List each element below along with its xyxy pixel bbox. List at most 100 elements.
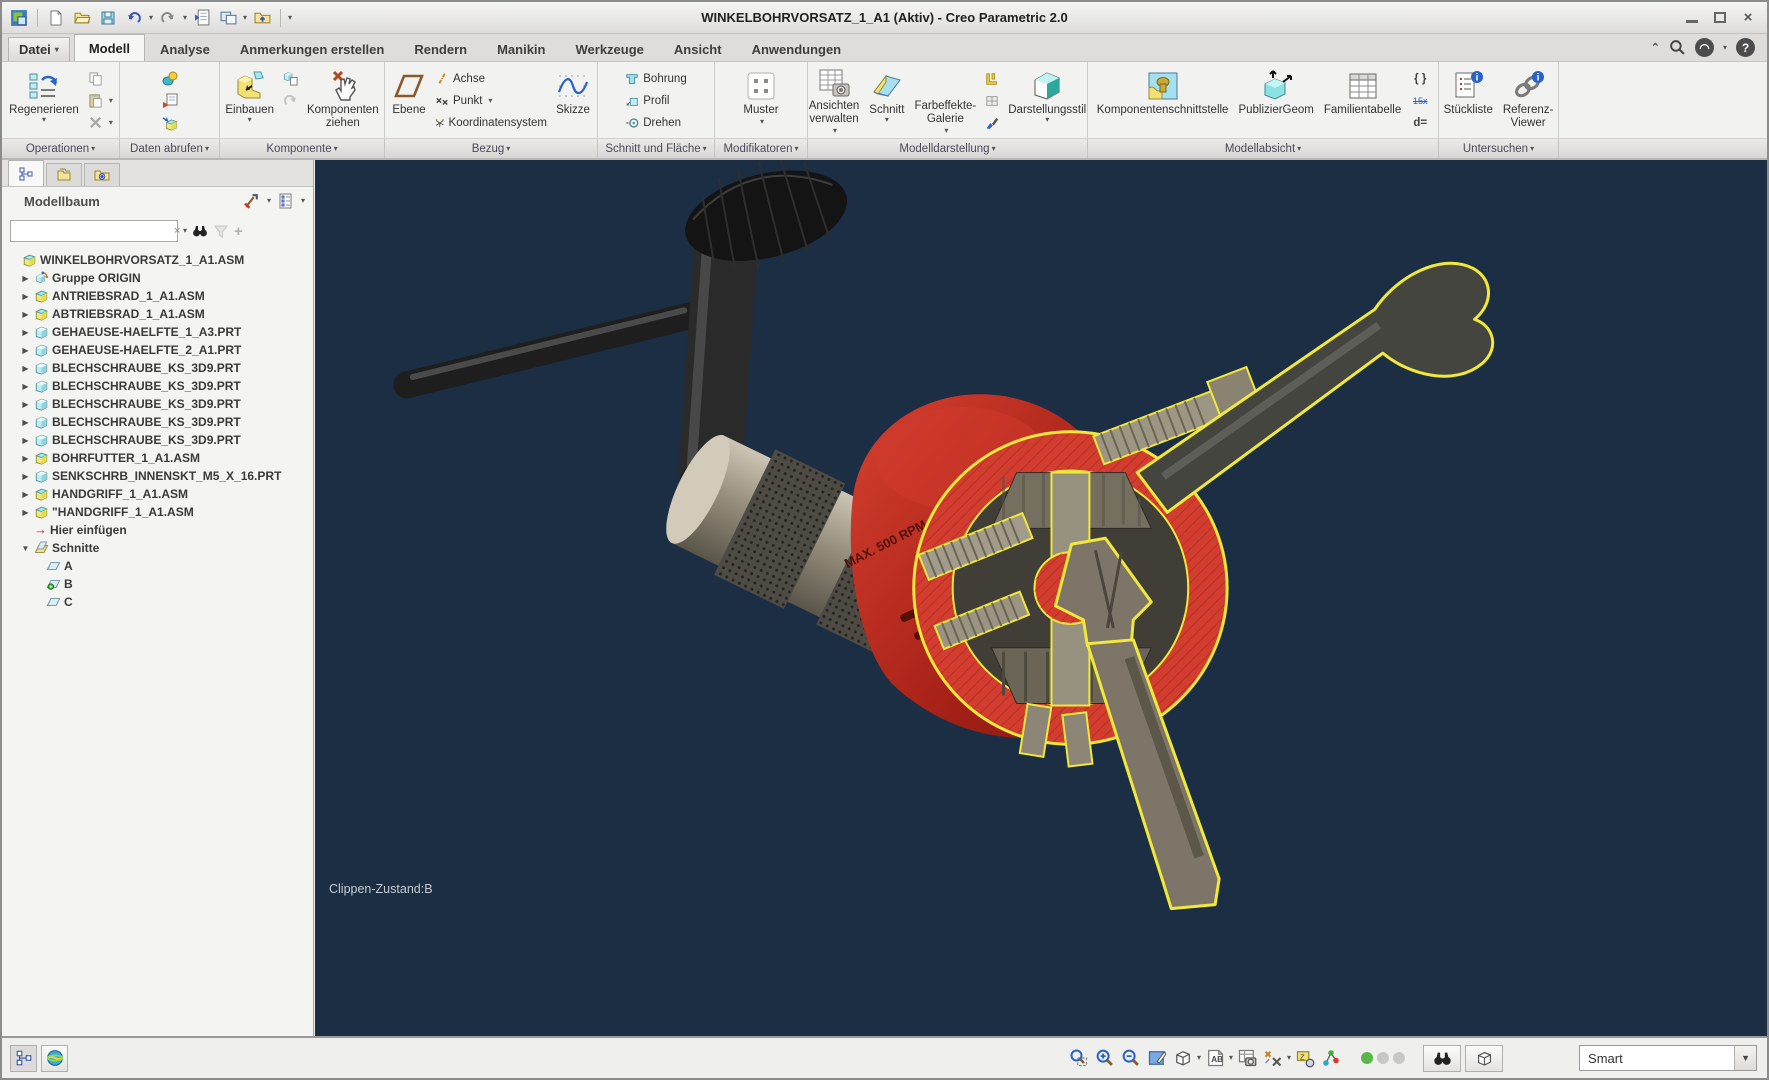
redo-dropdown[interactable]: ▾ (183, 13, 187, 21)
tab-analyse[interactable]: Analyse (145, 37, 225, 61)
get-model-button[interactable] (159, 113, 181, 132)
group-label-komponente[interactable]: Komponente (220, 139, 385, 158)
tree-item[interactable]: ANTRIEBSRAD_1_A1.ASM (6, 287, 313, 305)
tree-item[interactable]: BOHRFUTTER_1_A1.ASM (6, 449, 313, 467)
farbeffekte-galerie-button[interactable]: Farbeffekte- Galerie (910, 65, 980, 135)
datum-display-dropdown[interactable]: ▾ (1287, 1054, 1291, 1062)
saved-orientations-dropdown[interactable]: ▾ (1229, 1054, 1233, 1062)
expand-icon[interactable] (20, 382, 31, 391)
search-icon[interactable] (1669, 39, 1686, 56)
tree-item-section-c[interactable]: C (6, 593, 313, 611)
tree-item[interactable]: SENKSCHRB_INNENSKT_M5_X_16.PRT (6, 467, 313, 485)
ebene-button[interactable]: Ebene (388, 65, 430, 135)
package-undo-button[interactable] (280, 91, 301, 110)
darstellungsstil-button[interactable]: Darstellungsstil ▾ (1004, 65, 1090, 135)
tree-item[interactable]: "HANDGRIFF_1_A1.ASM (6, 503, 313, 521)
repaint-button[interactable] (1145, 1046, 1169, 1070)
expand-icon[interactable] (20, 328, 31, 337)
tab-folder-browser[interactable] (46, 163, 82, 186)
close-button[interactable]: × (1739, 9, 1757, 26)
qat-customize-dropdown[interactable]: ▾ (288, 13, 292, 21)
search-dropdown[interactable]: ▾ (183, 227, 187, 235)
zoom-in-button[interactable] (1093, 1046, 1117, 1070)
file-menu-button[interactable]: Datei ▾ (8, 37, 70, 61)
graphics-viewport[interactable]: MAX. 500 RPM Clippen-Zustand:B (315, 160, 1767, 1036)
expand-icon[interactable] (20, 292, 31, 301)
tab-anwendungen[interactable]: Anwendungen (737, 37, 857, 61)
tree-item[interactable]: HANDGRIFF_1_A1.ASM (6, 485, 313, 503)
tree-search-input[interactable] (11, 224, 174, 238)
expand-icon[interactable] (20, 364, 31, 373)
tree-item[interactable]: ABTRIEBSRAD_1_A1.ASM (6, 305, 313, 323)
user-defined-feature-button[interactable] (159, 69, 181, 88)
new-file-button[interactable] (45, 7, 67, 29)
expand-icon[interactable] (20, 436, 31, 445)
display-grid-button[interactable] (982, 91, 1002, 110)
tree-item[interactable]: BLECHSCHRAUBE_KS_3D9.PRT (6, 359, 313, 377)
group-label-modellabsicht[interactable]: Modellabsicht (1088, 139, 1439, 158)
select-box-button[interactable] (1465, 1044, 1504, 1072)
group-label-schnitt-flaeche[interactable]: Schnitt und Fläche (598, 139, 715, 158)
search-model-button[interactable] (1423, 1044, 1462, 1072)
tab-manikin[interactable]: Manikin (482, 37, 560, 61)
schnitt-button[interactable]: Schnitt ▾ (865, 65, 908, 135)
selection-filter[interactable]: Smart ▼ (1579, 1045, 1758, 1071)
einbauen-button[interactable]: Einbauen ▾ (221, 65, 278, 135)
minimize-button[interactable] (1683, 11, 1701, 25)
ansichten-verwalten-button[interactable]: Ansichten verwalten (805, 65, 864, 135)
expand-icon[interactable] (20, 274, 31, 283)
tab-anmerkungen[interactable]: Anmerkungen erstellen (225, 37, 400, 61)
learning-dropdown[interactable]: ▾ (1723, 43, 1727, 51)
group-label-untersuchen[interactable]: Untersuchen (1439, 139, 1559, 158)
annotation-display-button[interactable] (1293, 1046, 1317, 1070)
skizze-button[interactable]: Skizze (552, 65, 594, 135)
save-button[interactable] (97, 7, 119, 29)
tab-werkzeuge[interactable]: Werkzeuge (561, 37, 659, 61)
expand-icon[interactable] (20, 508, 31, 517)
referenz-viewer-button[interactable]: Referenz- Viewer (1499, 65, 1558, 135)
view-manager-button[interactable] (1235, 1046, 1259, 1070)
tree-item-section-a[interactable]: A (6, 557, 313, 575)
collapse-icon[interactable] (20, 544, 31, 553)
punkt-button[interactable]: Punkt (432, 91, 550, 110)
maximize-button[interactable] (1711, 11, 1729, 25)
filter-icon[interactable] (213, 223, 229, 239)
group-label-daten-abrufen[interactable]: Daten abrufen (120, 139, 220, 158)
collapse-ribbon-icon[interactable]: ⌃ (1651, 41, 1660, 54)
bohrung-button[interactable]: Bohrung (622, 69, 689, 88)
switch-dimensions-button[interactable]: 15x (1410, 91, 1431, 110)
close-window-button[interactable] (251, 7, 273, 29)
tree-item[interactable]: BLECHSCHRAUBE_KS_3D9.PRT (6, 413, 313, 431)
tree-item-insert-here[interactable]: → Hier einfügen (6, 521, 313, 539)
datum-display-button[interactable] (1261, 1046, 1285, 1070)
saved-orientations-button[interactable] (1203, 1046, 1227, 1070)
achse-button[interactable]: Achse (432, 69, 550, 88)
delete-button[interactable] (85, 113, 116, 132)
tree-item[interactable]: WINKELBOHRVORSATZ_1_A1.ASM (6, 251, 313, 269)
tree-settings-dropdown[interactable]: ▾ (301, 197, 305, 205)
paste-button[interactable] (85, 91, 116, 110)
display-style-button[interactable] (1171, 1046, 1195, 1070)
tree-item[interactable]: Gruppe ORIGIN (6, 269, 313, 287)
parameters-button[interactable]: { } (1411, 69, 1429, 88)
render-scene-button[interactable] (982, 113, 1002, 132)
familientabelle-button[interactable]: Familientabelle (1320, 65, 1405, 135)
profil-button[interactable]: Profil (622, 91, 689, 110)
redo-button[interactable] (157, 7, 179, 29)
koordinatensystem-button[interactable]: Koordinatensystem (432, 113, 550, 132)
selection-filter-dropdown[interactable]: ▼ (1734, 1046, 1757, 1070)
tab-ansicht[interactable]: Ansicht (659, 37, 737, 61)
tab-favorites[interactable] (84, 163, 120, 186)
expand-icon[interactable] (20, 418, 31, 427)
expand-icon[interactable] (20, 346, 31, 355)
muster-button[interactable]: Muster (739, 65, 782, 135)
open-file-button[interactable] (71, 7, 93, 29)
tree-search-box[interactable]: × (10, 220, 180, 242)
toggle-browser-button[interactable] (41, 1044, 68, 1072)
toggle-model-tree-button[interactable] (10, 1044, 37, 1072)
tree-item[interactable]: GEHAEUSE-HAELFTE_1_A3.PRT (6, 323, 313, 341)
expand-icon[interactable] (20, 310, 31, 319)
tree-item[interactable]: BLECHSCHRAUBE_KS_3D9.PRT (6, 431, 313, 449)
tree-item[interactable]: GEHAEUSE-HAELFTE_2_A1.PRT (6, 341, 313, 359)
group-label-bezug[interactable]: Bezug (385, 139, 598, 158)
